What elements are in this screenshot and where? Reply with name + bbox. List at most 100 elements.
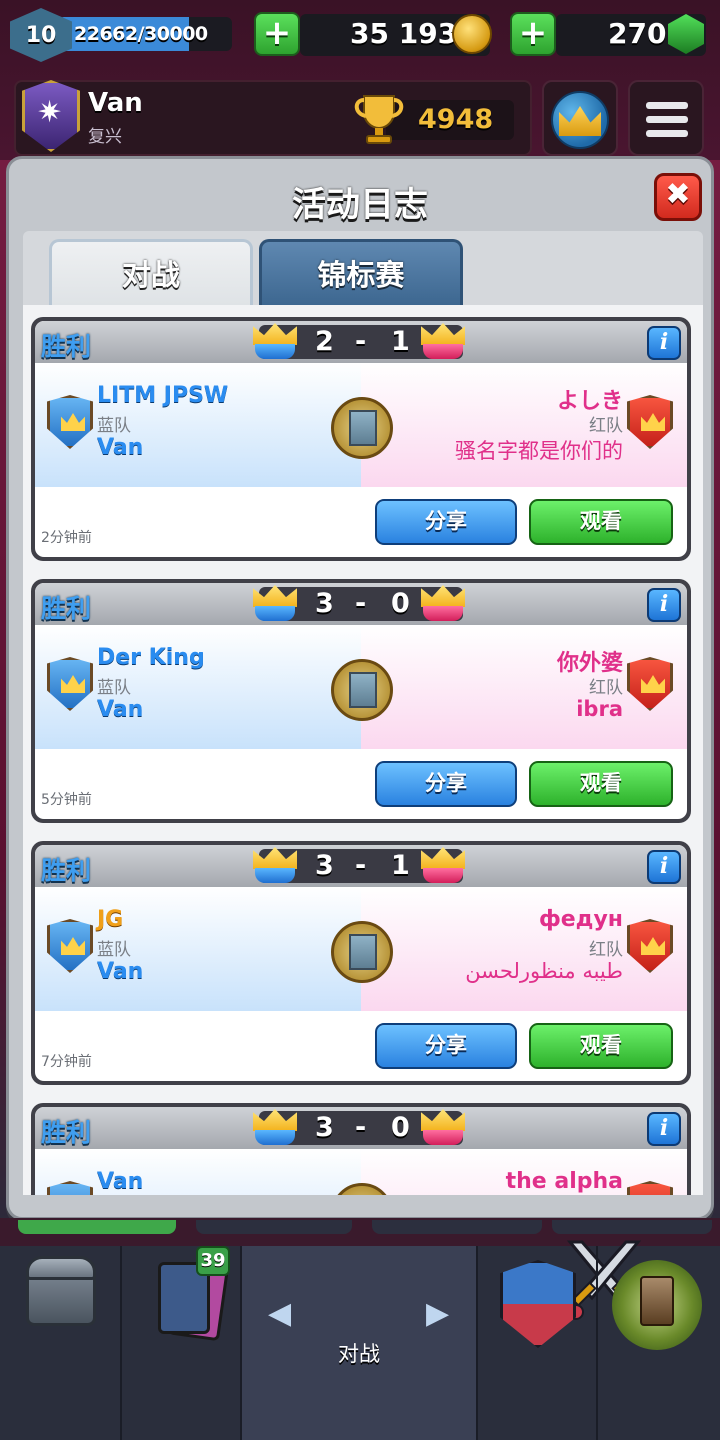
info-button[interactable]: i	[647, 326, 681, 360]
blue-player-name[interactable]: JG	[97, 907, 123, 932]
score-box: 3 - 1	[253, 847, 465, 885]
add-gems-button[interactable]: +	[510, 12, 556, 56]
nav-events[interactable]	[598, 1246, 720, 1440]
red-score: 0	[391, 588, 410, 619]
clan-shield-icon	[500, 1260, 576, 1348]
red-score: 1	[391, 850, 410, 881]
gold-coin-icon	[452, 14, 492, 54]
blue-crown-icon	[253, 1109, 297, 1147]
blue-score: 3	[315, 588, 334, 619]
battle-card: 胜利 2 - 1 i LITM JPSW 蓝队 Van よしき 红队 骚名字都是…	[31, 317, 691, 561]
red-player-name[interactable]: федун	[539, 907, 623, 932]
strip-tab	[552, 1220, 712, 1234]
battle-time: 2分钟前	[41, 530, 92, 546]
watch-button[interactable]: 观看	[529, 499, 673, 545]
score-box: 2 - 1	[253, 323, 465, 361]
bottom-nav: 39 ◀ ▶ 对战	[0, 1240, 720, 1440]
blue-crown-icon	[253, 323, 297, 361]
xp-text: 22662/30000	[74, 23, 208, 45]
tab-battles[interactable]: 对战	[49, 239, 253, 305]
red-crown-icon	[421, 1109, 465, 1147]
red-team-label: 红队	[589, 416, 623, 436]
strip-tab	[196, 1220, 352, 1234]
nav-shop[interactable]	[0, 1246, 122, 1440]
menu-icon-line	[646, 130, 688, 137]
menu-icon-line	[646, 116, 688, 123]
tab-tournaments[interactable]: 锦标赛	[259, 239, 463, 305]
share-button[interactable]: 分享	[375, 1023, 517, 1069]
add-gold-button[interactable]: +	[254, 12, 300, 56]
gem-value: 270	[608, 17, 667, 50]
gold-value: 35 193	[350, 17, 458, 50]
strip-tab-active	[18, 1220, 176, 1234]
red-crown-icon	[421, 323, 465, 361]
nav-cards[interactable]: 39	[122, 1246, 242, 1440]
red-clan-name[interactable]: طيبه منظورلحسن	[465, 959, 623, 983]
red-player-name[interactable]: the alpha	[506, 1169, 623, 1194]
red-clan-name[interactable]: ibra	[576, 697, 623, 721]
arena-icon	[331, 397, 393, 459]
nav-clan[interactable]	[478, 1246, 598, 1440]
left-arrow-icon[interactable]: ◀	[268, 1296, 291, 1331]
team-row: Van the alpha	[35, 1149, 687, 1195]
info-button[interactable]: i	[647, 850, 681, 884]
tabs-bar: 对战 锦标赛	[23, 231, 703, 311]
close-button[interactable]: ✖	[654, 173, 702, 221]
blue-team-label: 蓝队	[97, 416, 131, 436]
battle-nav-label: 对战	[338, 1342, 380, 1366]
watch-button[interactable]: 观看	[529, 761, 673, 807]
share-button[interactable]: 分享	[375, 499, 517, 545]
blue-score: 3	[315, 850, 334, 881]
blue-clan-name[interactable]: Van	[97, 697, 143, 722]
battle-list[interactable]: 胜利 2 - 1 i LITM JPSW 蓝队 Van よしき 红队 骚名字都是…	[23, 305, 703, 1195]
modal-title: 活动日志	[292, 185, 428, 225]
share-button[interactable]: 分享	[375, 761, 517, 807]
arena-icon	[331, 659, 393, 721]
clan-star-icon: ✷	[37, 95, 63, 130]
watch-button[interactable]: 观看	[529, 1023, 673, 1069]
xp-bar[interactable]: 22662/30000	[58, 17, 232, 51]
battle-card-header: 胜利 3 - 0 i	[35, 1107, 687, 1149]
score-dash: -	[355, 326, 367, 357]
blue-player-name[interactable]: Der King	[97, 645, 205, 670]
clan-name: 复兴	[88, 127, 122, 147]
info-button[interactable]: i	[647, 1112, 681, 1146]
score-dash: -	[355, 1112, 367, 1143]
score-box: 3 - 0	[253, 1109, 465, 1147]
battle-card: 胜利 3 - 0 i Van the alpha	[31, 1103, 691, 1195]
cards-count-badge: 39	[196, 1246, 230, 1276]
score-dash: -	[355, 588, 367, 619]
battle-time: 7分钟前	[41, 1054, 92, 1070]
battle-result: 胜利	[41, 594, 92, 623]
red-clan-name[interactable]: 骚名字都是你们的	[455, 435, 623, 465]
red-crown-icon	[421, 847, 465, 885]
nav-battle[interactable]: ◀ ▶ 对战	[242, 1240, 642, 1440]
team-row: JG 蓝队 Van федун 红队 طيبه منظورلحسن	[35, 887, 687, 1011]
blue-clan-name[interactable]: Van	[97, 959, 143, 984]
blue-player-name[interactable]: Van	[97, 1169, 143, 1194]
blue-score: 3	[315, 1112, 334, 1143]
battle-time: 5分钟前	[41, 792, 92, 808]
blue-clan-name[interactable]: Van	[97, 435, 143, 460]
score-box: 3 - 0	[253, 585, 465, 623]
red-team-label: 红队	[589, 678, 623, 698]
battle-card-header: 胜利 3 - 1 i	[35, 845, 687, 887]
right-arrow-icon[interactable]: ▶	[426, 1296, 449, 1331]
trophy-icon	[354, 95, 404, 144]
score-dash: -	[355, 850, 367, 881]
blue-team-label: 蓝队	[97, 940, 131, 960]
menu-icon	[646, 102, 688, 109]
blue-crown-icon	[253, 847, 297, 885]
battle-result: 胜利	[41, 332, 92, 361]
battle-log-modal: 活动日志 ✖ 对战 锦标赛 胜利 2 - 1 i LITM JPSW 蓝队 Va…	[6, 156, 714, 1220]
strip-tab	[372, 1220, 542, 1234]
battle-card: 胜利 3 - 1 i JG 蓝队 Van федун 红队 طيبه منظور…	[31, 841, 691, 1085]
blue-player-name[interactable]: LITM JPSW	[97, 383, 228, 408]
battle-card: 胜利 3 - 0 i Der King 蓝队 Van 你外婆 红队 ibra 5…	[31, 579, 691, 823]
info-button[interactable]: i	[647, 588, 681, 622]
red-score: 0	[391, 1112, 410, 1143]
red-team-label: 红队	[589, 940, 623, 960]
blue-team-label: 蓝队	[97, 678, 131, 698]
team-row: Der King 蓝队 Van 你外婆 红队 ibra	[35, 625, 687, 749]
red-crown-icon	[421, 585, 465, 623]
